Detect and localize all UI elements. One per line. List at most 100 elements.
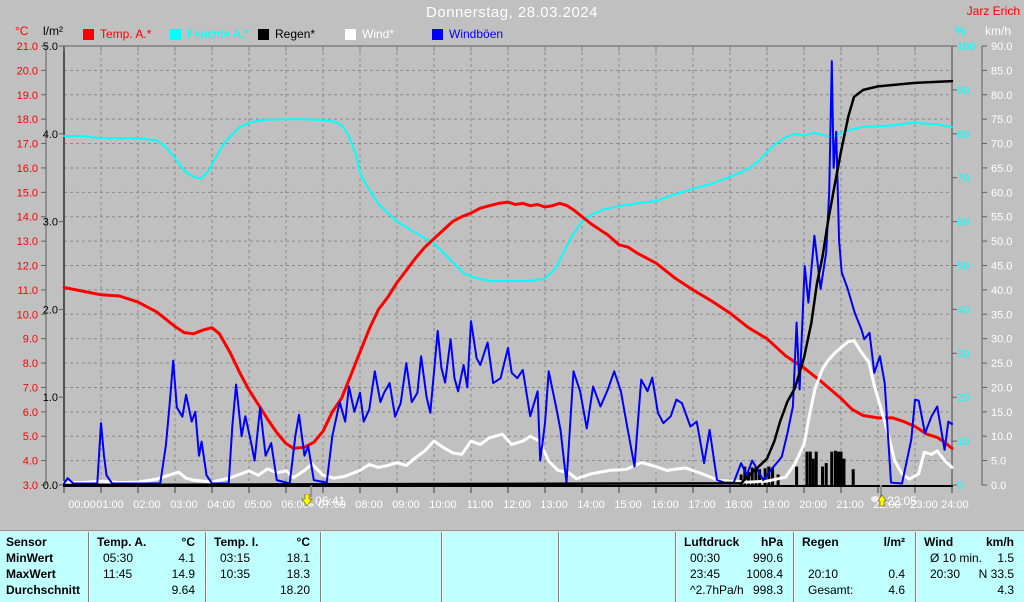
- legend-item-rain: Regen*: [258, 27, 315, 41]
- x-axis-tick-label: 18:00: [725, 499, 753, 511]
- hum-axis-tick-label: 50: [957, 261, 969, 273]
- cell-value: 14.9: [171, 567, 195, 581]
- cell-value: 18.3: [286, 567, 310, 581]
- rain-rate-bar: [821, 466, 824, 485]
- rain-rate-bar: [836, 451, 840, 485]
- cell-time: 23:45: [690, 567, 721, 581]
- sensor-summary-table: Sensor MinWert MaxWert Durchschnitt Temp. A.…: [0, 530, 1024, 602]
- temp-axis-tick-label: 6.0: [23, 407, 38, 419]
- wind-axis-tick-label: 55.0: [991, 212, 1012, 224]
- cell-time: [450, 566, 456, 582]
- x-axis-tick-label: 04:00: [207, 499, 235, 511]
- legend-item-wind: Wind*: [345, 27, 394, 41]
- table-cell: [321, 550, 441, 566]
- table-column-header: [559, 534, 675, 550]
- temp-axis-tick-label: 12.0: [17, 261, 38, 273]
- cell-time: 20:10: [808, 567, 839, 581]
- rain-rate-bar: [808, 451, 812, 485]
- temp-axis-tick-label: 15.0: [17, 187, 38, 199]
- table-column-empty: [320, 532, 441, 602]
- sunrise-icon: [301, 494, 315, 507]
- wind-axis-tick-label: 60.0: [991, 187, 1012, 199]
- table-cell: [442, 550, 558, 566]
- table-column-header: [442, 534, 558, 550]
- temp-axis-tick-label: 16.0: [17, 163, 38, 175]
- cell-time: [329, 582, 335, 598]
- rain-series-swatch-icon: [258, 28, 269, 40]
- cell-time: 03:15: [220, 551, 251, 565]
- legend-label: Regen*: [275, 27, 316, 41]
- cell-time: [97, 582, 103, 598]
- cell-time: 10:35: [220, 567, 251, 581]
- legend-label: Feuchte A.*: [187, 27, 250, 41]
- wind-axis-tick-label: 80.0: [991, 90, 1012, 102]
- humidity-series-swatch-icon: [170, 28, 181, 40]
- x-axis-tick-label: 02:00: [133, 499, 161, 511]
- table-cell: 11:45 14.9: [89, 566, 205, 582]
- hum-axis-tick-label: 60: [957, 217, 969, 229]
- table-cell: 10:35 18.3: [206, 566, 320, 582]
- table-column-header: Wind km/h: [916, 534, 1024, 550]
- cell-value: 9.64: [171, 583, 195, 597]
- temp-axis-tick-label: 13.0: [17, 236, 38, 248]
- rain-axis-tick-label: 4.0: [43, 129, 58, 141]
- legend-label: Windböen: [449, 27, 504, 41]
- wind-axis-tick-label: 65.0: [991, 163, 1012, 175]
- table-cell: Ø 10 min. 1.5: [916, 550, 1024, 566]
- rain-rate-bar: [811, 458, 815, 485]
- table-column-header: Temp. A. °C: [89, 534, 205, 550]
- table-cell: 03:15 18.1: [206, 550, 320, 566]
- table-cell: 05:30 4.1: [89, 550, 205, 566]
- temp-axis-tick-label: 9.0: [23, 334, 38, 346]
- cell-time: ^2.7hPa/h: [690, 583, 744, 597]
- cell-value: 1.5: [997, 551, 1014, 565]
- x-axis-tick-label: 11:00: [467, 499, 494, 511]
- table-cell: [559, 550, 675, 566]
- temp-axis-tick-label: 19.0: [17, 90, 38, 102]
- x-axis-tick-label: 13:00: [540, 499, 568, 511]
- x-axis-tick-label: 24:00: [941, 499, 969, 511]
- rain-axis-unit: l/m²: [43, 24, 63, 38]
- cell-value: 18.20: [279, 583, 310, 597]
- x-axis-tick-label: 00:00: [68, 499, 96, 511]
- wind-series-swatch-icon: [345, 28, 356, 40]
- temp-axis-tick-label: 11.0: [17, 285, 38, 297]
- cell-time: Gesamt:: [808, 583, 854, 597]
- table-row-label: Sensor: [6, 535, 47, 549]
- sunset-icon: [870, 494, 886, 507]
- table-cell: ^2.7hPa/h 998.3: [676, 582, 793, 598]
- table-cell: [794, 550, 915, 566]
- hum-axis-tick-label: 70: [957, 173, 969, 185]
- table-column-header: Luftdruck hPa: [676, 534, 793, 550]
- cell-value: N 33.5: [978, 567, 1014, 581]
- temp-axis-tick-label: 8.0: [23, 358, 38, 370]
- legend-item-temp: Temp. A.*: [83, 27, 151, 41]
- table-cell: 18.20: [206, 582, 320, 598]
- cell-time: 20:30: [930, 567, 961, 581]
- sunrise-time-marker: 06:41: [301, 494, 345, 508]
- cell-time: Ø 10 min.: [930, 551, 983, 565]
- hum-axis-tick-label: 20: [957, 392, 969, 404]
- legend-item-humidity: Feuchte A.*: [170, 27, 249, 41]
- cell-value: 4.1: [178, 551, 195, 565]
- cell-value: 4.3: [997, 583, 1014, 597]
- table-column-header: [321, 534, 441, 550]
- page-title: Donnerstag, 28.03.2024: [426, 4, 598, 21]
- cell-time: Temp. A.: [97, 535, 147, 549]
- x-axis-tick-label: 05:00: [244, 499, 272, 511]
- cell-time: [802, 550, 808, 566]
- cell-time: [450, 582, 456, 598]
- cell-value: hPa: [760, 535, 783, 549]
- rain-axis-tick-label: 3.0: [43, 217, 58, 229]
- wind-axis-tick-label: 0.0: [991, 480, 1006, 492]
- cell-time: 11:45: [103, 567, 133, 581]
- watermark-label: Jarz Erich: [966, 4, 1020, 18]
- rain-axis-tick-label: 1.0: [43, 392, 58, 404]
- x-axis-tick-label: 03:00: [170, 499, 198, 511]
- cell-time: [329, 550, 335, 566]
- cell-time: Regen: [802, 535, 839, 549]
- rain-rate-bar: [805, 451, 809, 485]
- wind-axis-tick-label: 90.0: [991, 41, 1012, 53]
- rain-axis-tick-label: 0.0: [43, 480, 58, 492]
- rain-axis-tick-label: 2.0: [43, 304, 58, 316]
